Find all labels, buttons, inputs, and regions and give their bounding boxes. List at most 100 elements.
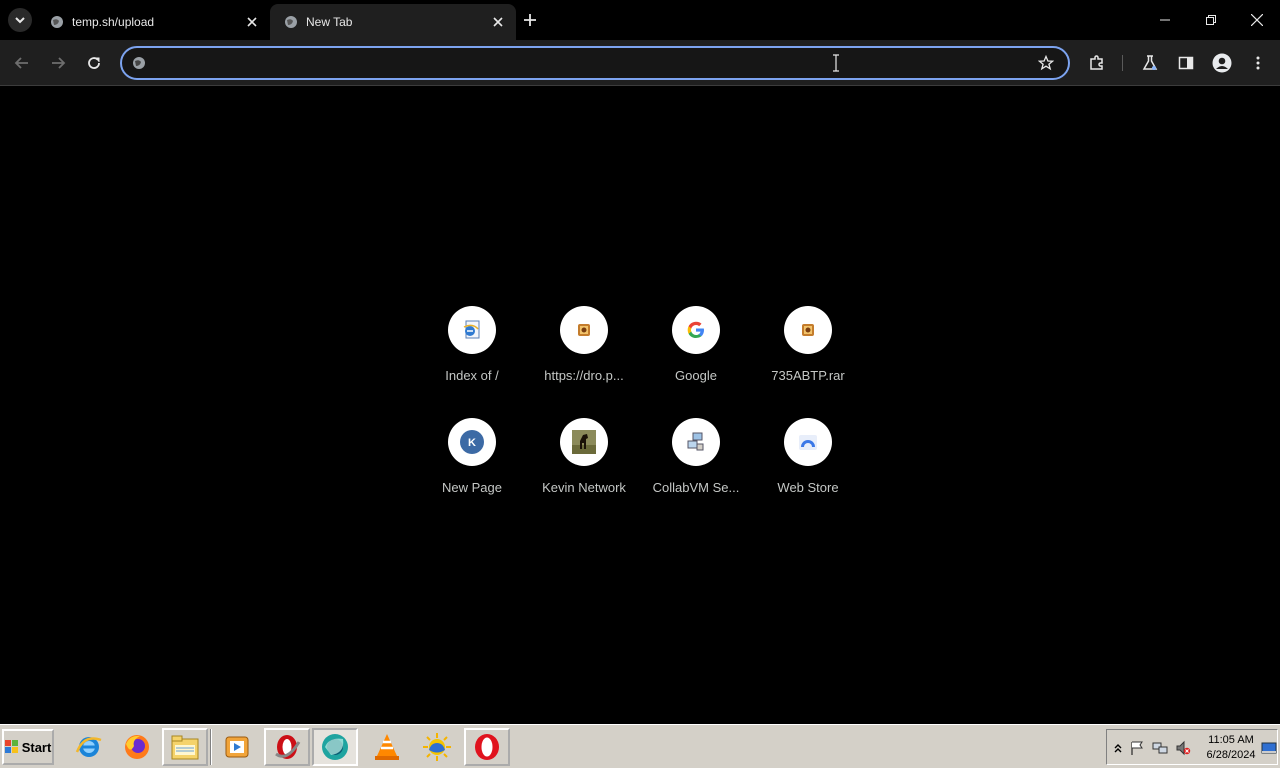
shortcut-label: 735ABTP.rar — [771, 368, 845, 383]
close-icon — [1251, 14, 1263, 26]
extensions-button[interactable] — [1083, 49, 1111, 77]
tile-letter: K — [468, 437, 476, 449]
tab-title: New Tab — [306, 15, 353, 29]
site-info-icon[interactable] — [131, 55, 147, 71]
file-explorer-icon — [171, 735, 199, 760]
shortcut-label: https://dro.p... — [544, 368, 624, 383]
volume-tray-icon[interactable] — [1175, 740, 1191, 756]
shortcut-label: CollabVM Se... — [652, 480, 740, 495]
globe-icon — [284, 15, 298, 29]
plus-icon — [524, 14, 536, 26]
browser-toolbar — [0, 40, 1280, 86]
taskbar-app-chrome[interactable] — [312, 728, 358, 766]
restore-button[interactable] — [1188, 0, 1234, 40]
menu-button[interactable] — [1244, 49, 1272, 77]
taskbar-app-weather[interactable] — [414, 728, 460, 766]
text-cursor-icon — [833, 54, 839, 72]
weather-app-icon — [423, 733, 451, 761]
globe-icon — [50, 15, 64, 29]
tab-temp-sh[interactable]: temp.sh/upload — [36, 4, 270, 40]
network-icon — [1152, 742, 1168, 754]
show-desktop-button[interactable] — [1261, 740, 1277, 756]
side-panel-icon — [1178, 56, 1194, 70]
taskbar: Start 11:05 AM 6/28/2024 — [0, 724, 1280, 768]
media-player-icon — [225, 736, 249, 758]
shortcut-label: Web Store — [777, 480, 839, 495]
letter-k-icon: K — [448, 418, 496, 466]
shortcut-tile[interactable]: K New Page — [416, 408, 528, 520]
reload-button[interactable] — [80, 49, 108, 77]
avatar-icon — [1212, 53, 1232, 73]
taskbar-app-opera[interactable] — [464, 728, 510, 766]
ie-page-icon — [448, 306, 496, 354]
start-button[interactable]: Start — [2, 729, 54, 765]
chevron-down-icon — [15, 17, 25, 24]
taskbar-app-media-player[interactable] — [214, 728, 260, 766]
windows-logo-icon — [4, 740, 18, 753]
shortcut-tile[interactable]: Web Store — [752, 408, 864, 520]
flask-icon — [1142, 55, 1158, 70]
shortcut-tile[interactable]: 735ABTP.rar — [752, 296, 864, 408]
restore-icon — [1206, 15, 1216, 25]
network-tray-icon[interactable] — [1152, 740, 1168, 756]
back-button[interactable] — [8, 49, 36, 77]
shortcut-tile[interactable]: CollabVM Se... — [640, 408, 752, 520]
archive-icon — [784, 306, 832, 354]
opera-icon — [475, 734, 499, 760]
network-computers-icon — [672, 418, 720, 466]
kebab-menu-icon — [1256, 56, 1260, 70]
firefox-icon — [125, 735, 149, 759]
new-tab-button[interactable] — [518, 8, 542, 32]
shortcut-label: Kevin Network — [542, 480, 626, 495]
shortcut-tile[interactable]: https://dro.p... — [528, 296, 640, 408]
labs-button[interactable] — [1136, 49, 1164, 77]
bookmark-star-button[interactable] — [1034, 51, 1058, 75]
shortcut-tile[interactable]: Kevin Network — [528, 408, 640, 520]
minimize-button[interactable] — [1142, 0, 1188, 40]
horse-thumbnail-icon — [560, 418, 608, 466]
opera-old-icon — [275, 735, 301, 759]
tab-strip: temp.sh/upload New Tab — [0, 0, 1280, 40]
tab-search-button[interactable] — [8, 8, 32, 32]
tab-new-tab[interactable]: New Tab — [270, 4, 516, 40]
taskbar-app-firefox[interactable] — [114, 728, 160, 766]
shortcut-label: Google — [675, 368, 717, 383]
reload-icon — [88, 57, 100, 69]
double-chevron-up-icon — [1114, 744, 1122, 753]
forward-button[interactable] — [44, 49, 72, 77]
taskbar-app-internet-explorer[interactable] — [66, 728, 112, 766]
tab-title: temp.sh/upload — [72, 15, 155, 29]
close-tab-icon[interactable] — [488, 12, 508, 32]
forward-arrow-icon — [52, 57, 66, 69]
taskbar-divider — [210, 729, 212, 765]
back-arrow-icon — [14, 57, 28, 69]
star-icon — [1038, 55, 1054, 71]
close-window-button[interactable] — [1234, 0, 1280, 40]
google-icon — [672, 306, 720, 354]
volume-muted-icon — [1176, 740, 1191, 756]
profile-button[interactable] — [1208, 49, 1236, 77]
desktop-icon — [1261, 742, 1277, 754]
taskbar-app-file-explorer[interactable] — [162, 728, 208, 766]
archive-icon — [560, 306, 608, 354]
shortcut-tile[interactable]: Index of / — [416, 296, 528, 408]
taskbar-app-opera-old[interactable] — [264, 728, 310, 766]
action-center-tray-icon[interactable] — [1129, 740, 1145, 756]
taskbar-app-vlc[interactable] — [364, 728, 410, 766]
window-controls — [1142, 0, 1280, 40]
taskbar-clock[interactable]: 11:05 AM 6/28/2024 — [1199, 733, 1263, 763]
show-hidden-icons-button[interactable] — [1110, 740, 1126, 756]
shortcut-tile[interactable]: Google — [640, 296, 752, 408]
close-tab-icon[interactable] — [242, 12, 262, 32]
vlc-icon — [375, 734, 399, 760]
url-input[interactable] — [156, 48, 1016, 78]
puzzle-icon — [1090, 55, 1103, 70]
minimize-icon — [1160, 19, 1170, 21]
side-panel-button[interactable] — [1172, 49, 1200, 77]
flag-icon — [1131, 741, 1143, 755]
clock-date: 6/28/2024 — [1206, 749, 1256, 761]
address-bar[interactable] — [120, 46, 1070, 80]
shortcut-label: Index of / — [445, 368, 499, 383]
clock-time: 11:05 AM — [1208, 734, 1254, 746]
web-store-icon — [784, 418, 832, 466]
